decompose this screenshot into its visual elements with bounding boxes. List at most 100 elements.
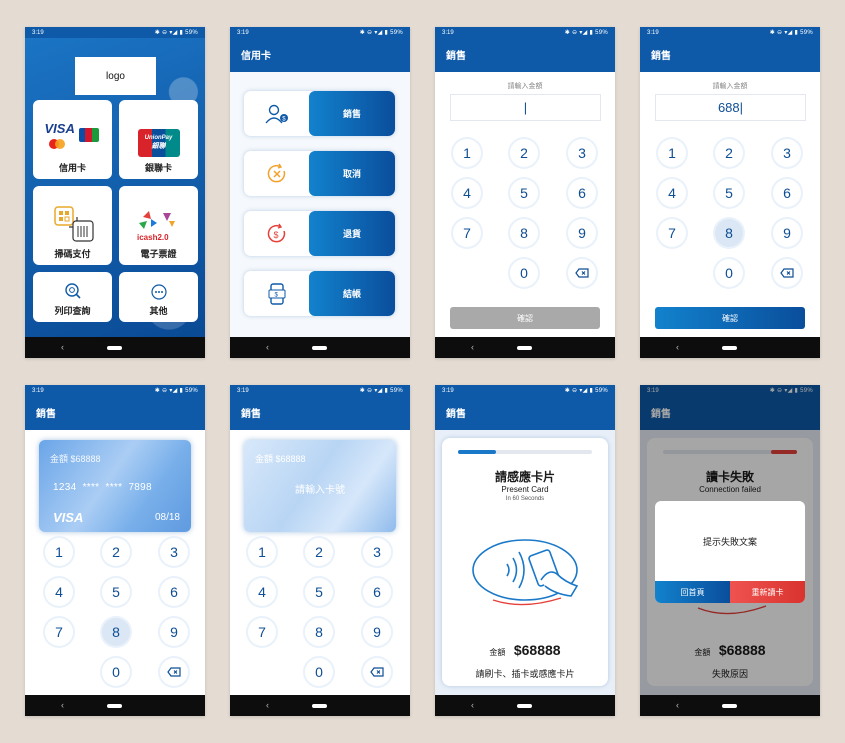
- key-4[interactable]: 4: [45, 578, 73, 606]
- credit-card-input[interactable]: 金額 $68888 請輸入卡號: [244, 440, 396, 532]
- key-1[interactable]: 1: [453, 139, 481, 167]
- back-button[interactable]: ‹: [266, 342, 269, 352]
- tile-label: 電子票證: [140, 249, 177, 259]
- home-button[interactable]: [722, 704, 737, 708]
- back-button[interactable]: ‹: [266, 700, 269, 710]
- tile-credit-card[interactable]: VISA 信用卡: [33, 100, 112, 179]
- home-button[interactable]: [517, 346, 532, 350]
- key-9[interactable]: 9: [773, 219, 801, 247]
- key-3[interactable]: 3: [568, 139, 596, 167]
- key-1[interactable]: 1: [45, 538, 73, 566]
- home-button[interactable]: [312, 704, 327, 708]
- tile-e-ticket[interactable]: icash2.0 電子票證: [119, 186, 198, 265]
- menu-content: $ 銷售 取消 $ 退貨 $ 結帳: [230, 72, 410, 337]
- key-6[interactable]: 6: [160, 578, 188, 606]
- key-9[interactable]: 9: [568, 219, 596, 247]
- key-8[interactable]: 8: [510, 219, 538, 247]
- back-button[interactable]: ‹: [676, 700, 679, 710]
- page-title: 銷售: [640, 38, 820, 72]
- home-button[interactable]: [312, 346, 327, 350]
- tile-unionpay[interactable]: UnionPay 銀聯 銀聯卡: [119, 100, 198, 179]
- key-5[interactable]: 5: [510, 179, 538, 207]
- key-0[interactable]: 0: [715, 259, 743, 287]
- key-2[interactable]: 2: [510, 139, 538, 167]
- back-button[interactable]: ‹: [61, 342, 64, 352]
- key-0[interactable]: 0: [305, 658, 333, 686]
- page-title: 銷售: [25, 396, 205, 430]
- key-2[interactable]: 2: [102, 538, 130, 566]
- confirm-button-disabled[interactable]: 確認: [450, 307, 600, 329]
- menu-settle-button[interactable]: $ 結帳: [244, 271, 395, 316]
- key-4[interactable]: 4: [658, 179, 686, 207]
- key-3[interactable]: 3: [363, 538, 391, 566]
- key-6[interactable]: 6: [363, 578, 391, 606]
- back-button[interactable]: ‹: [471, 342, 474, 352]
- home-button[interactable]: [722, 346, 737, 350]
- key-0[interactable]: 0: [102, 658, 130, 686]
- key-9[interactable]: 9: [160, 618, 188, 646]
- amount-content: 請輸入金額 | 1 2 3 4 5 6 7 8 9 0 確認: [435, 72, 615, 337]
- nav-bar: ‹: [230, 695, 410, 716]
- key-8[interactable]: 8: [305, 618, 333, 646]
- backspace-icon[interactable]: [363, 658, 391, 686]
- amount-input[interactable]: |: [450, 94, 601, 121]
- key-7[interactable]: 7: [45, 618, 73, 646]
- status-icons: ✱ ⊖ ▾◢ ▮ 59%: [359, 30, 403, 36]
- key-3[interactable]: 3: [160, 538, 188, 566]
- key-4[interactable]: 4: [453, 179, 481, 207]
- backspace-icon[interactable]: [773, 259, 801, 287]
- key-5[interactable]: 5: [102, 578, 130, 606]
- mobile-pay-icon: $: [244, 271, 309, 316]
- card-amount: 金額 $68888: [255, 454, 306, 464]
- back-button[interactable]: ‹: [471, 700, 474, 710]
- key-4[interactable]: 4: [248, 578, 276, 606]
- key-1[interactable]: 1: [658, 139, 686, 167]
- confirm-button[interactable]: 確認: [655, 307, 805, 329]
- key-3[interactable]: 3: [773, 139, 801, 167]
- key-5[interactable]: 5: [715, 179, 743, 207]
- amount-input[interactable]: 688|: [655, 94, 806, 121]
- back-button[interactable]: ‹: [61, 700, 64, 710]
- key-7[interactable]: 7: [658, 219, 686, 247]
- card-content: 金額 $68888 請輸入卡號 1 2 3 4 5 6 7 8 9 0: [230, 430, 410, 695]
- menu-sale-button[interactable]: $ 銷售: [244, 91, 395, 136]
- key-1[interactable]: 1: [248, 538, 276, 566]
- home-button[interactable]: [517, 704, 532, 708]
- home-button[interactable]: [107, 704, 122, 708]
- key-9[interactable]: 9: [363, 618, 391, 646]
- nav-bar: ‹: [25, 337, 205, 358]
- backspace-icon[interactable]: [160, 658, 188, 686]
- key-8-pressed[interactable]: 8: [102, 618, 130, 646]
- refund-icon: $: [244, 211, 309, 256]
- key-6[interactable]: 6: [773, 179, 801, 207]
- key-2[interactable]: 2: [305, 538, 333, 566]
- unionpay-icon: UnionPay 銀聯: [137, 129, 180, 157]
- tile-print-query[interactable]: 列印查詢: [33, 272, 112, 322]
- menu-refund-button[interactable]: $ 退貨: [244, 211, 395, 256]
- key-5[interactable]: 5: [305, 578, 333, 606]
- card-brands-icon: VISA: [43, 121, 103, 157]
- progress-track: [458, 450, 592, 454]
- tile-qr-pay[interactable]: 掃碼支付: [33, 186, 112, 265]
- key-8-pressed[interactable]: 8: [715, 219, 743, 247]
- menu-cancel-button[interactable]: 取消: [244, 151, 395, 196]
- tile-other[interactable]: 其他: [119, 272, 198, 322]
- key-6[interactable]: 6: [568, 179, 596, 207]
- key-0[interactable]: 0: [510, 259, 538, 287]
- retry-read-button[interactable]: 重新讀卡: [730, 581, 805, 603]
- status-time: 3:19: [237, 387, 249, 394]
- home-button[interactable]: [107, 346, 122, 350]
- card-instruction: 請刷卡、插卡或感應卡片: [475, 669, 575, 679]
- key-2[interactable]: 2: [715, 139, 743, 167]
- status-time: 3:19: [32, 387, 44, 394]
- go-home-button[interactable]: 回首頁: [655, 581, 730, 603]
- backspace-icon[interactable]: [568, 259, 596, 287]
- key-7[interactable]: 7: [248, 618, 276, 646]
- tile-label: 其他: [149, 306, 168, 316]
- back-button[interactable]: ‹: [676, 342, 679, 352]
- key-7[interactable]: 7: [453, 219, 481, 247]
- present-card-panel: 請感應卡片 Present Card In 60 Seconds 金額 $688…: [442, 438, 608, 686]
- present-content: 請感應卡片 Present Card In 60 Seconds 金額 $688…: [435, 430, 615, 695]
- amount-label: 金額: [489, 648, 506, 657]
- status-time: 3:19: [647, 29, 659, 36]
